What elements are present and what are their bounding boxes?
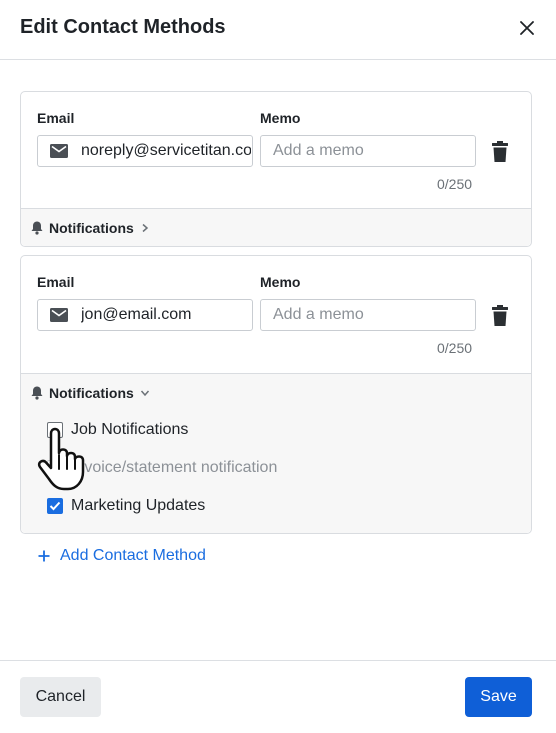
email-value: jon@email.com bbox=[81, 306, 192, 323]
notifications-section: Notifications Job Notifications Invoice/… bbox=[21, 373, 531, 533]
dialog-header: Edit Contact Methods bbox=[0, 0, 556, 60]
invoice-notification-option[interactable]: Invoice/statement notification bbox=[47, 459, 277, 477]
dialog-title: Edit Contact Methods bbox=[20, 16, 226, 38]
checkmark-icon bbox=[49, 501, 61, 511]
job-notifications-checkbox[interactable] bbox=[47, 422, 63, 438]
mail-icon bbox=[50, 308, 68, 322]
job-notifications-label: Job Notifications bbox=[71, 421, 189, 438]
memo-label: Memo bbox=[260, 110, 301, 126]
edit-contact-methods-dialog: Edit Contact Methods Email Memo noreply@… bbox=[0, 0, 556, 733]
email-value: noreply@servicetitan.com bbox=[81, 142, 251, 159]
notifications-section: Notifications bbox=[21, 208, 531, 246]
notifications-toggle[interactable]: Notifications bbox=[31, 219, 150, 237]
chevron-right-icon bbox=[142, 223, 148, 233]
notifications-label: Notifications bbox=[49, 220, 134, 236]
memo-counter: 0/250 bbox=[437, 176, 473, 192]
email-field[interactable]: noreply@servicetitan.com bbox=[37, 135, 253, 167]
memo-label: Memo bbox=[260, 274, 301, 290]
email-label: Email bbox=[37, 110, 75, 126]
add-contact-method-button[interactable]: Add Contact Method bbox=[38, 547, 206, 565]
notifications-toggle[interactable]: Notifications bbox=[31, 384, 150, 402]
trash-icon[interactable] bbox=[490, 305, 510, 327]
plus-icon bbox=[38, 550, 50, 562]
cancel-button[interactable]: Cancel bbox=[20, 677, 101, 717]
close-icon bbox=[520, 21, 534, 35]
dialog-footer: Cancel Save bbox=[0, 660, 556, 733]
contact-method-card: Email Memo noreply@servicetitan.com Add … bbox=[20, 91, 532, 247]
memo-placeholder: Add a memo bbox=[273, 306, 364, 323]
email-field[interactable]: jon@email.com bbox=[37, 299, 253, 331]
memo-placeholder: Add a memo bbox=[273, 142, 364, 159]
invoice-notification-checkbox[interactable] bbox=[47, 460, 63, 476]
marketing-updates-checkbox[interactable] bbox=[47, 498, 63, 514]
close-button[interactable] bbox=[515, 16, 539, 40]
marketing-updates-option[interactable]: Marketing Updates bbox=[47, 497, 205, 515]
marketing-updates-label: Marketing Updates bbox=[71, 497, 206, 514]
notifications-label: Notifications bbox=[49, 385, 134, 401]
trash-icon[interactable] bbox=[490, 141, 510, 163]
bell-icon bbox=[31, 221, 43, 235]
add-contact-method-label: Add Contact Method bbox=[60, 547, 206, 564]
chevron-down-icon bbox=[140, 390, 149, 397]
bell-icon bbox=[31, 386, 43, 400]
mail-icon bbox=[50, 144, 68, 158]
job-notifications-option[interactable]: Job Notifications bbox=[47, 421, 188, 439]
save-button[interactable]: Save bbox=[465, 677, 532, 717]
contact-method-card: Email Memo jon@email.com Add a memo 0/25… bbox=[20, 255, 532, 534]
memo-field[interactable]: Add a memo bbox=[260, 299, 476, 331]
memo-counter: 0/250 bbox=[437, 340, 473, 356]
invoice-notification-label: Invoice/statement notification bbox=[71, 459, 278, 476]
email-label: Email bbox=[37, 274, 75, 290]
memo-field[interactable]: Add a memo bbox=[260, 135, 476, 167]
